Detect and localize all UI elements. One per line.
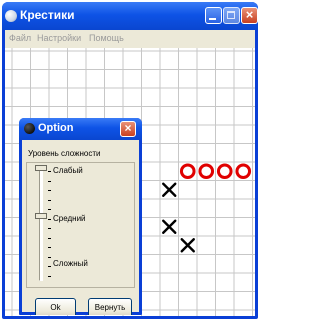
x-mark — [162, 182, 177, 197]
close-button[interactable]: × — [241, 7, 258, 24]
x-mark — [162, 219, 177, 234]
dialog-app-icon — [24, 123, 35, 134]
game-window: Крестики × Файл Настройки Помощь Option … — [2, 2, 258, 319]
dialog-title-bar[interactable]: Option × — [19, 118, 142, 140]
maximize-button — [223, 7, 240, 24]
slider-tick — [48, 199, 51, 201]
slider-tick — [48, 190, 51, 191]
client-area: Файл Настройки Помощь Option × Уровень с… — [5, 30, 255, 316]
option-dialog: Option × Уровень сложности Слабый Средни… — [19, 118, 142, 315]
o-mark — [235, 163, 252, 180]
o-mark — [179, 163, 196, 180]
ok-button[interactable]: Ok — [35, 298, 76, 315]
slider-tick — [48, 275, 51, 277]
minimize-button[interactable] — [205, 7, 222, 24]
menu-bar: Файл Настройки Помощь — [5, 30, 255, 48]
difficulty-group: Слабый Средний Сложный — [26, 162, 135, 288]
slider-tick — [48, 247, 51, 248]
slider-tick — [48, 266, 51, 267]
x-mark — [180, 238, 195, 253]
difficulty-slider-thumb[interactable] — [35, 165, 47, 171]
window-title: Крестики — [20, 8, 75, 22]
level-weak: Слабый — [53, 166, 83, 175]
slider-tick — [48, 209, 51, 210]
minimize-icon — [209, 18, 216, 20]
slider-tick — [48, 171, 51, 172]
slider-tick — [48, 218, 51, 220]
slider-tick — [48, 228, 51, 229]
menu-settings[interactable]: Настройки — [37, 33, 81, 43]
dialog-close-button[interactable]: × — [120, 121, 136, 137]
board-marks — [162, 163, 252, 253]
slider-tick — [48, 256, 51, 258]
menu-help[interactable]: Помощь — [89, 33, 124, 43]
slider-tick — [48, 237, 51, 239]
difficulty-slider-thumb-mid[interactable] — [35, 213, 47, 219]
o-mark — [198, 163, 215, 180]
difficulty-slider-track[interactable] — [39, 169, 43, 281]
reset-button[interactable]: Вернуть — [88, 298, 132, 315]
dialog-title: Option — [38, 122, 74, 134]
close-icon: × — [245, 7, 254, 22]
level-hard: Сложный — [53, 259, 88, 268]
o-mark — [216, 163, 233, 180]
close-icon: × — [124, 121, 132, 135]
slider-tick — [48, 180, 51, 182]
dialog-body: Уровень сложности Слабый Средний Сложный… — [22, 140, 139, 315]
difficulty-label: Уровень сложности — [28, 149, 101, 158]
level-medium: Средний — [53, 214, 86, 223]
title-bar[interactable]: Крестики × — [2, 2, 258, 30]
app-icon — [5, 10, 17, 22]
maximize-icon — [227, 11, 235, 19]
menu-file[interactable]: Файл — [9, 33, 31, 43]
